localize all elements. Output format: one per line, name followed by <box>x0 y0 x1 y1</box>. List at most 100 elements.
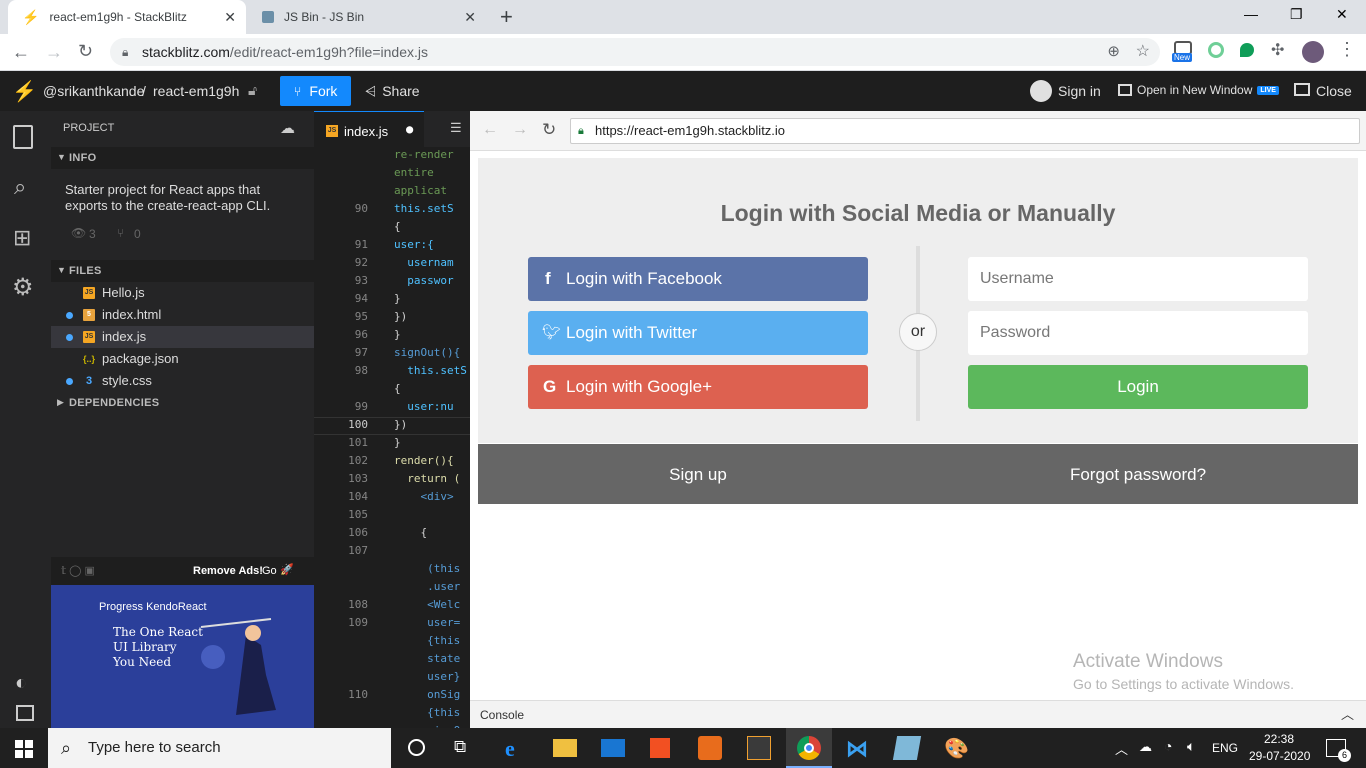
theme-toggle-icon[interactable]: ◐ <box>15 672 27 695</box>
code-line[interactable]: { <box>394 526 427 539</box>
clock-date[interactable]: 29-07-2020 <box>1249 749 1310 763</box>
download-cloud-icon[interactable]: ☁ <box>280 119 295 137</box>
taskbar-search-box[interactable]: ⌕ Type here to search <box>48 728 391 768</box>
windows-start-icon[interactable] <box>15 740 33 758</box>
preview-reload-icon[interactable]: ↻ <box>542 120 556 140</box>
stackblitz-logo-icon[interactable]: ⚡ <box>12 79 37 104</box>
signup-link[interactable]: Sign up <box>478 444 918 504</box>
file-item[interactable]: {..} package.json <box>51 348 314 370</box>
browser-menu-icon[interactable]: ⋮ <box>1338 39 1356 60</box>
mail-icon[interactable] <box>601 739 625 757</box>
sublime-icon[interactable] <box>747 736 771 760</box>
code-line[interactable]: this.setS <box>394 364 467 377</box>
code-area[interactable]: re-render entire applicat 90 this.setS {91 use… <box>314 147 470 728</box>
new-tab-button[interactable]: + <box>500 4 513 30</box>
remove-ads-link[interactable]: Remove Ads! <box>193 565 263 577</box>
code-line[interactable]: this.setS <box>394 202 454 215</box>
notification-center-icon[interactable]: 6 <box>1326 739 1351 762</box>
code-line[interactable]: user:nu <box>394 400 453 413</box>
maximize-button[interactable]: ❐ <box>1290 6 1303 23</box>
info-section-header[interactable]: INFO <box>51 147 314 169</box>
password-input[interactable]: Password <box>968 311 1308 355</box>
minimize-button[interactable]: — <box>1244 6 1258 22</box>
volume-icon[interactable]: 🔈︎ <box>1187 738 1195 755</box>
layout-panel-icon[interactable] <box>16 705 34 721</box>
code-line[interactable]: usernam <box>394 256 453 269</box>
code-line[interactable]: onSig <box>394 688 460 701</box>
kendoreact-ad[interactable]: Progress KendoReact The One React UI Lib… <box>51 585 314 728</box>
bookmark-star-icon[interactable]: ☆ <box>1136 38 1150 66</box>
share-button[interactable]: ⩤ Share <box>365 83 420 100</box>
paint-icon[interactable]: 🎨 <box>944 736 969 760</box>
store-icon[interactable] <box>650 738 670 758</box>
file-item[interactable]: JS index.js <box>51 326 314 348</box>
code-line[interactable]: {this <box>394 706 460 719</box>
browser-tab-jsbin[interactable]: JS Bin - JS Bin ✕ <box>248 0 486 34</box>
file-item[interactable]: 5 index.html <box>51 304 314 326</box>
code-line[interactable]: user:{ <box>394 238 434 251</box>
code-line[interactable]: re-render <box>394 148 454 161</box>
code-line[interactable]: state <box>394 652 460 665</box>
notes-app-icon[interactable] <box>892 736 922 760</box>
back-icon[interactable]: ← <box>12 42 30 63</box>
files-section-header[interactable]: FILES <box>51 260 314 282</box>
twitter-login-button[interactable]: 🐦︎ Login with Twitter <box>528 311 868 355</box>
code-editor[interactable]: JS index.js ● ☰ re-render entire applicat 9… <box>314 111 470 728</box>
forward-icon[interactable]: → <box>45 42 63 63</box>
facebook-login-button[interactable]: f Login with Facebook <box>528 257 868 301</box>
extension-new-icon[interactable]: New <box>1172 41 1194 63</box>
extension-chat-icon[interactable] <box>1240 43 1254 57</box>
code-line[interactable]: } <box>394 292 401 305</box>
file-item[interactable]: JS Hello.js <box>51 282 314 304</box>
file-item[interactable]: 3 style.css <box>51 370 314 392</box>
task-view-icon[interactable]: ⧉ <box>454 737 466 757</box>
close-window-button[interactable]: ✕ <box>1336 6 1348 23</box>
wifi-icon[interactable]: ◔ <box>1164 738 1172 754</box>
tray-chevron-up-icon[interactable]: ︿ <box>1115 739 1128 758</box>
code-line[interactable]: return ( <box>394 472 460 485</box>
preview-url-bar[interactable]: 🔒︎ https://react-em1g9h.stackblitz.io <box>570 118 1360 144</box>
add-icon[interactable]: ⊕ <box>1107 38 1120 66</box>
files-icon[interactable] <box>13 125 33 149</box>
extensions-icon[interactable]: ⊞ <box>13 225 31 251</box>
code-line[interactable]: { <box>394 382 401 395</box>
clock-time[interactable]: 22:38 <box>1264 732 1294 746</box>
google-login-button[interactable]: G Login with Google+ <box>528 365 868 409</box>
vscode-icon[interactable]: ⋈ <box>846 736 870 761</box>
login-button[interactable]: Login <box>968 365 1308 409</box>
code-line[interactable]: .user <box>394 580 460 593</box>
cortana-icon[interactable] <box>408 739 425 756</box>
browser-tab-stackblitz[interactable]: ⚡ react-em1g9h - StackBlitz ✕ <box>8 0 246 34</box>
code-line[interactable]: signOut(){ <box>394 346 460 359</box>
reload-icon[interactable]: ↻ <box>78 41 93 62</box>
code-line[interactable]: entire <box>394 166 434 179</box>
ad-go-label[interactable]: Go <box>262 565 277 577</box>
username-link[interactable]: @srikanthkande <box>43 83 144 99</box>
username-input[interactable]: Username <box>968 257 1308 301</box>
xampp-icon[interactable] <box>698 736 722 760</box>
code-line[interactable]: applicat <box>394 184 447 197</box>
code-line[interactable]: user} <box>394 670 460 683</box>
project-name[interactable]: react-em1g9h <box>153 83 239 99</box>
preview-forward-icon[interactable]: → <box>512 121 528 139</box>
code-line[interactable]: <div> <box>394 490 453 503</box>
extensions-puzzle-icon[interactable]: ✣ <box>1271 40 1284 60</box>
code-line[interactable]: }) <box>394 310 407 323</box>
code-line[interactable]: <Welc <box>394 598 460 611</box>
network-warning-icon[interactable]: ☁ <box>1139 739 1152 755</box>
extension-circle-icon[interactable] <box>1208 42 1224 58</box>
code-line[interactable]: {this <box>394 634 460 647</box>
code-line[interactable]: } <box>394 436 401 449</box>
code-line[interactable]: (this <box>394 562 460 575</box>
fork-button[interactable]: ⑂ Fork <box>280 76 351 106</box>
editor-menu-icon[interactable]: ☰ <box>450 121 462 136</box>
preview-back-icon[interactable]: ← <box>482 121 498 139</box>
language-indicator[interactable]: ENG <box>1212 741 1238 755</box>
code-line[interactable]: render(){ <box>394 454 454 467</box>
settings-gear-icon[interactable]: ⚙ <box>12 273 34 302</box>
file-explorer-icon[interactable] <box>553 739 577 757</box>
dependencies-section-header[interactable]: DEPENDENCIES <box>51 392 314 414</box>
code-line[interactable]: passwor <box>394 274 453 287</box>
chevron-up-icon[interactable]: ︿ <box>1341 701 1354 729</box>
open-new-window-button[interactable]: Open in New Window LIVE <box>1118 83 1279 97</box>
